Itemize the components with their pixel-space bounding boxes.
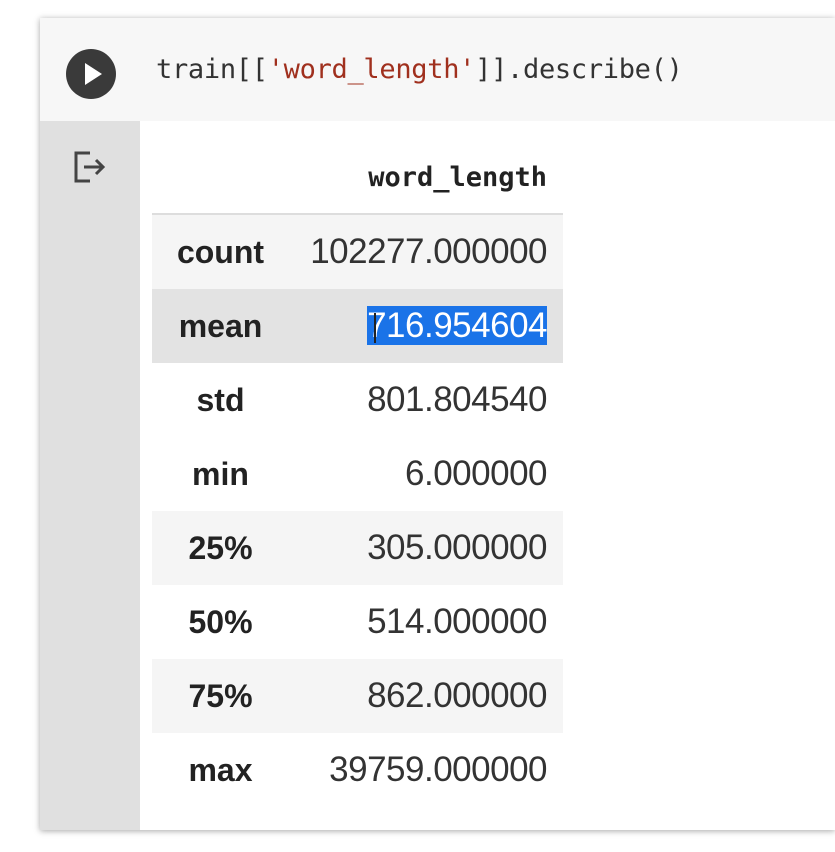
table-row: mean 716.954604	[152, 289, 563, 363]
play-icon	[85, 63, 102, 85]
clear-output-icon[interactable]	[70, 147, 110, 187]
table-row: std 801.804540	[152, 363, 563, 437]
text-cursor	[374, 312, 377, 343]
code-input-area[interactable]: train[['word_length']].describe()	[40, 18, 835, 121]
dataframe-table: word_length count 102277.000000 mean 716…	[152, 145, 563, 807]
table-header-row: word_length	[152, 145, 563, 215]
notebook-cell: train[['word_length']].describe() word_l…	[40, 18, 835, 830]
row-index-label: max	[188, 751, 253, 788]
run-cell-button[interactable]	[66, 49, 116, 99]
output-area: word_length count 102277.000000 mean 716…	[140, 121, 835, 830]
row-value: 514.000000	[367, 602, 547, 641]
code-suffix: ]].describe()	[475, 54, 683, 85]
row-value: 305.000000	[289, 511, 563, 585]
table-row: max 39759.000000	[152, 733, 563, 807]
table-row: min 6.000000	[152, 437, 563, 511]
row-value: 862.000000	[289, 659, 563, 733]
row-index-label: 75%	[152, 659, 289, 733]
table-row: count 102277.000000	[152, 214, 563, 289]
selected-rest: 16.954604	[386, 306, 547, 345]
row-index-label: mean	[152, 289, 289, 363]
text-selection: 716.954604	[367, 306, 547, 345]
output-gutter	[40, 121, 140, 830]
code-prefix: train[[	[156, 54, 268, 85]
row-value: 102277.000000	[289, 214, 563, 289]
row-value: 39759.000000	[329, 750, 547, 789]
row-index-label: min	[192, 455, 249, 492]
row-index-label: count	[152, 214, 289, 289]
row-value: 801.804540	[367, 380, 547, 419]
table-row: 25% 305.000000	[152, 511, 563, 585]
row-index-label: std	[196, 381, 245, 418]
code-string-literal: 'word_length'	[267, 54, 476, 85]
selected-first-char: 7	[367, 306, 387, 345]
column-header: word_length	[289, 145, 563, 215]
index-header-cell	[152, 145, 289, 215]
table-row: 75% 862.000000	[152, 659, 563, 733]
row-value: 6.000000	[405, 454, 547, 493]
row-index-label: 50%	[188, 603, 253, 640]
row-value[interactable]: 716.954604	[289, 289, 563, 363]
row-index-label: 25%	[152, 511, 289, 585]
table-row: 50% 514.000000	[152, 585, 563, 659]
code-editor[interactable]: train[['word_length']].describe()	[156, 54, 683, 85]
